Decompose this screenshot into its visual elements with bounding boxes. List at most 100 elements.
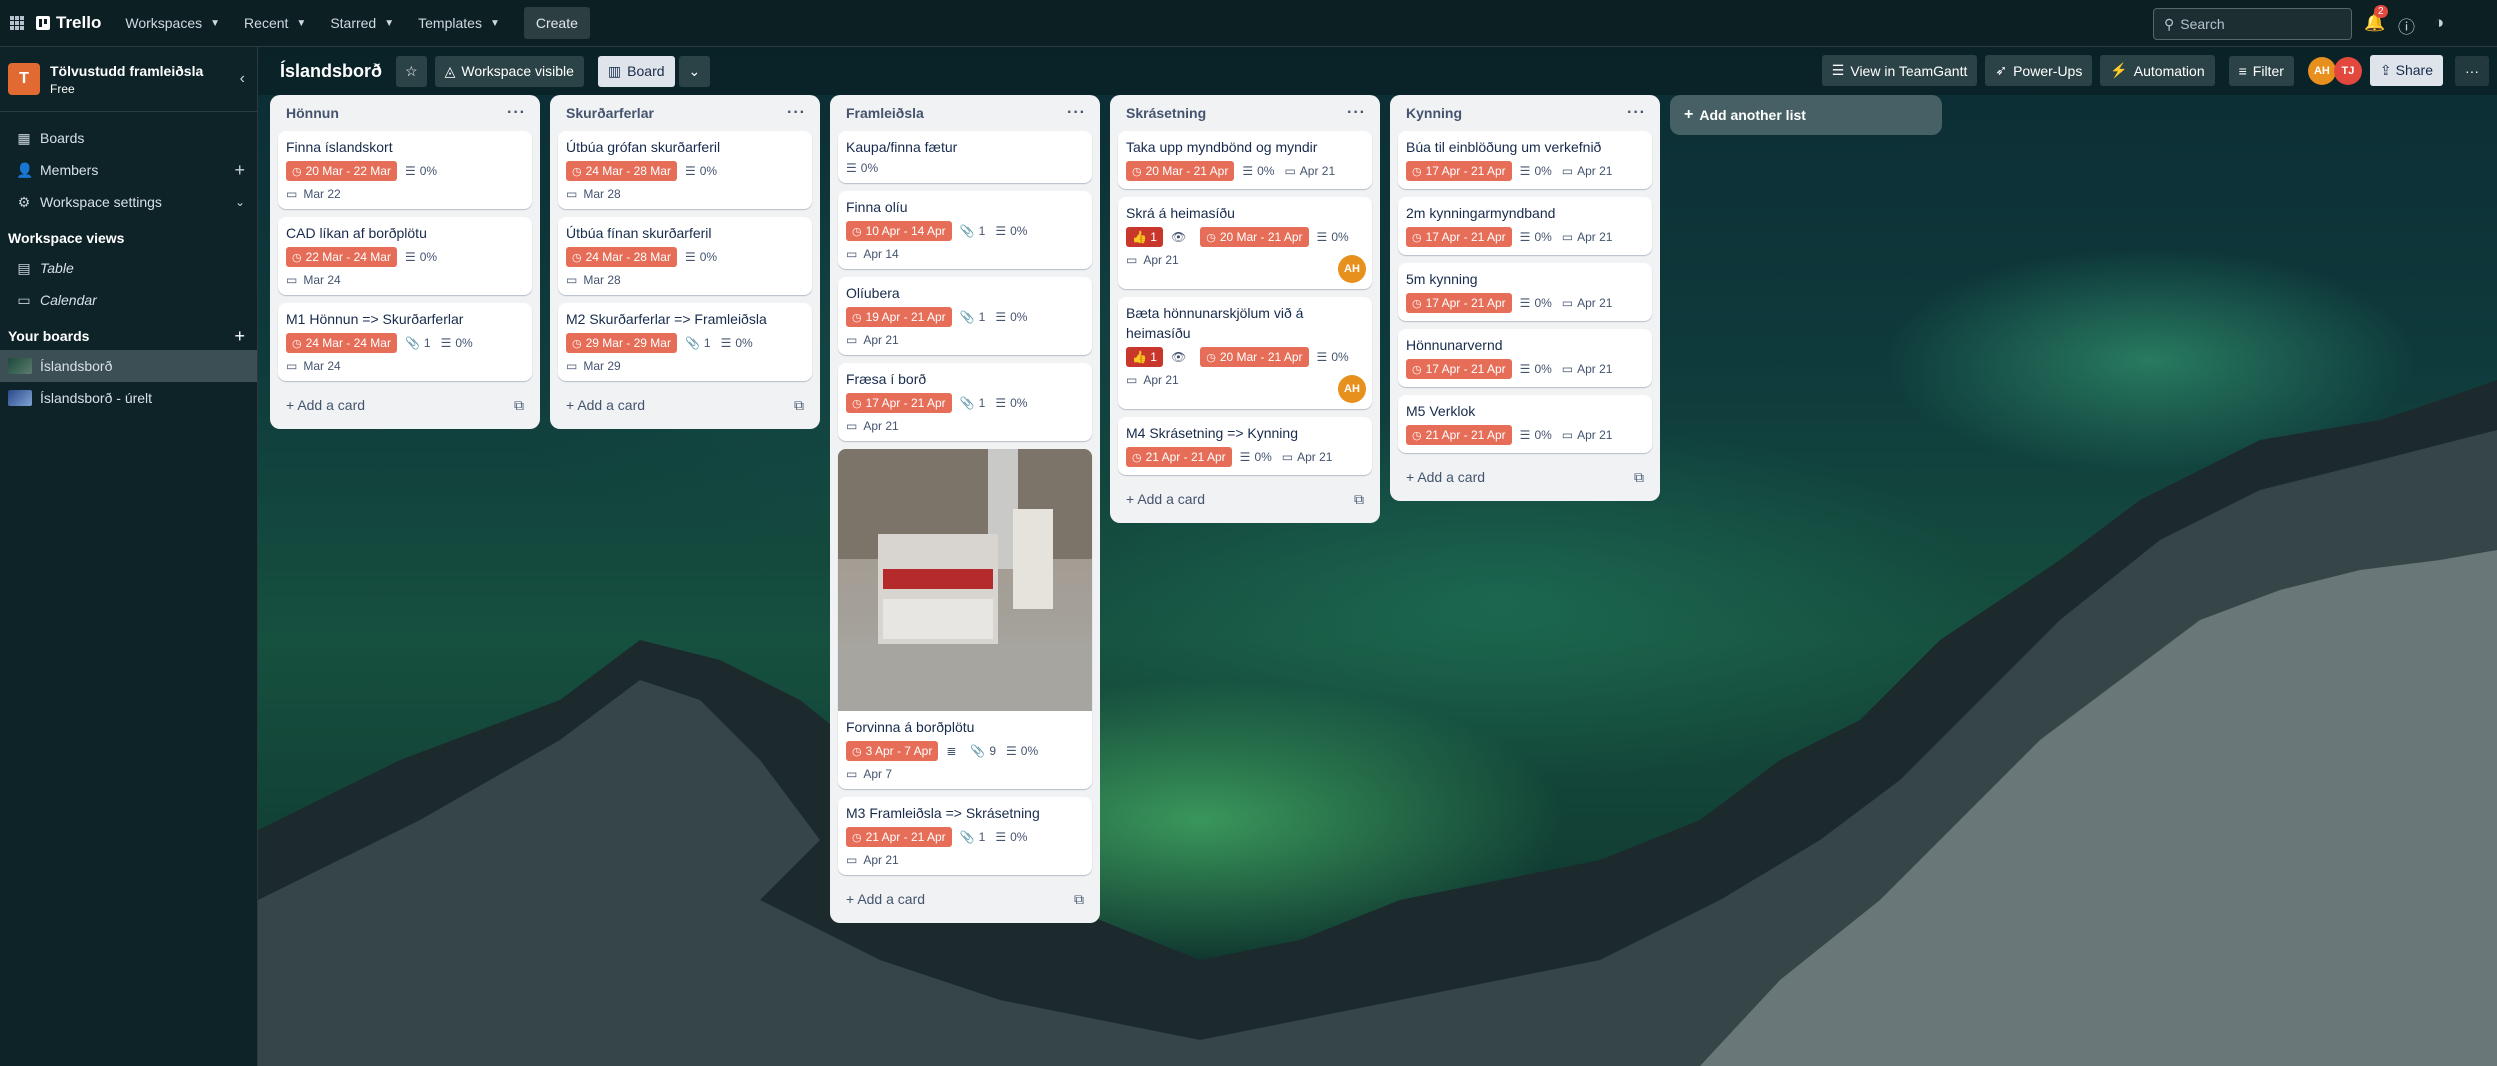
collapse-sidebar-icon[interactable]: ‹ — [240, 70, 245, 88]
sidebar-item-boards[interactable]: ▦ Boards — [0, 122, 257, 154]
add-card-button[interactable]: + Add a card ⧉ — [838, 883, 1092, 915]
theme-toggle-icon[interactable]: ◑ — [2434, 13, 2444, 33]
list-menu-icon[interactable]: ··· — [1627, 104, 1646, 122]
trello-logo[interactable]: Trello — [36, 13, 101, 33]
recent-menu[interactable]: Recent ▼ — [244, 15, 306, 31]
checklist-badge: ☰ 0% — [405, 164, 437, 178]
power-ups-button[interactable]: ➶ Power-Ups — [1985, 55, 2093, 86]
list-title[interactable]: Skurðarferlar — [566, 105, 654, 121]
filter-button[interactable]: ≡ Filter — [2228, 55, 2294, 86]
search-input[interactable]: ⚲ Search — [2153, 8, 2352, 40]
add-list-button[interactable]: + Add another list — [1670, 95, 1942, 135]
board-lists: Hönnun ··· Finna íslandskort ◷ 20 Mar - 22 M… — [270, 95, 1942, 923]
visibility-button[interactable]: ◬ Workspace visible — [434, 55, 584, 87]
add-member-icon[interactable]: + — [234, 160, 245, 181]
card[interactable]: M3 Framleiðsla => Skrásetning ◷ 21 Apr - 2… — [838, 797, 1092, 875]
create-from-template-icon[interactable]: ⧉ — [514, 397, 524, 414]
templates-menu[interactable]: Templates ▼ — [418, 15, 500, 31]
date-badge: ◷ 21 Apr - 21 Apr — [1406, 425, 1512, 445]
card[interactable]: Fræsa í borð ◷ 17 Apr - 21 Apr 📎 1 ☰ 0% ▭ Apr 21 — [838, 363, 1092, 441]
checklist-icon: ☰ — [1242, 164, 1254, 178]
add-card-label: Add a card — [577, 397, 646, 413]
card[interactable]: M1 Hönnun => Skurðarferlar ◷ 24 Mar - 24 M… — [278, 303, 532, 381]
due-date: ▭ Apr 21 — [1126, 373, 1364, 387]
list-menu-icon[interactable]: ··· — [507, 104, 526, 122]
add-card-button[interactable]: + Add a card ⧉ — [1118, 483, 1372, 515]
card[interactable]: Olíubera ◷ 19 Apr - 21 Apr 📎 1 ☰ 0% ▭ Apr 21 — [838, 277, 1092, 355]
date-badge: ◷ 17 Apr - 21 Apr — [846, 393, 952, 413]
clock-icon: ◷ — [1412, 297, 1422, 310]
chevron-down-icon: ▼ — [489, 17, 500, 29]
app-switcher-icon[interactable] — [10, 16, 24, 30]
sidebar-item-label: Workspace settings — [40, 194, 162, 210]
starred-menu[interactable]: Starred ▼ — [330, 15, 394, 31]
attachments-count: 9 — [989, 744, 997, 758]
due-date: ▭ Apr 14 — [846, 247, 1084, 261]
card[interactable]: Hönnunarvernd ◷ 17 Apr - 21 Apr ☰ 0% ▭ Apr 21 — [1398, 329, 1652, 387]
card[interactable]: Útbúa grófan skurðarferil ◷ 24 Mar - 28 Ma… — [558, 131, 812, 209]
card[interactable]: Finna íslandskort ◷ 20 Mar - 22 Mar ☰ 0% ▭ Mar… — [278, 131, 532, 209]
due-date-text: Apr 21 — [1577, 428, 1613, 442]
star-board-button[interactable]: ☆ — [396, 55, 427, 87]
card[interactable]: Taka upp myndbönd og myndir ◷ 20 Mar - 21 … — [1118, 131, 1372, 189]
card[interactable]: Finna olíu ◷ 10 Apr - 14 Apr 📎 1 ☰ 0% ▭ Apr 14 — [838, 191, 1092, 269]
teamgantt-button[interactable]: ☰ View in TeamGantt — [1821, 55, 1978, 86]
list-menu-icon[interactable]: ··· — [1347, 104, 1366, 122]
add-card-button[interactable]: + Add a card ⧉ — [1398, 461, 1652, 493]
card[interactable]: Útbúa fínan skurðarferil ◷ 24 Mar - 28 Mar… — [558, 217, 812, 295]
card[interactable]: Kaupa/finna fætur ☰ 0% — [838, 131, 1092, 183]
list-title[interactable]: Kynning — [1406, 105, 1462, 121]
list-menu-icon[interactable]: ··· — [787, 104, 806, 122]
card-member-avatar[interactable]: AH — [1338, 375, 1366, 403]
avatar[interactable]: AH — [2307, 56, 2336, 85]
board-view-button[interactable]: ▥ Board — [597, 55, 675, 87]
sidebar-item-calendar[interactable]: ▭ Calendar — [0, 284, 257, 316]
card[interactable]: CAD líkan af borðplötu ◷ 22 Mar - 24 Mar ☰ 0… — [278, 217, 532, 295]
sidebar-board-islandsbord-urelt[interactable]: Íslandsborð - úrelt — [0, 382, 257, 414]
card[interactable]: Bæta hönnunarskjölum við á heimasíðu 👍 1 👁… — [1118, 297, 1372, 409]
checklist-icon: ☰ — [684, 164, 696, 178]
calendar-icon: ▭ — [1561, 362, 1574, 376]
share-button[interactable]: ⇪ Share — [2369, 55, 2443, 86]
create-button[interactable]: Create — [523, 7, 590, 39]
due-date: ▭ Apr 21 — [846, 853, 1084, 867]
sidebar-item-members[interactable]: 👤 Members + — [0, 154, 257, 186]
list-menu-icon[interactable]: ··· — [1067, 104, 1086, 122]
avatar[interactable]: TJ — [2333, 56, 2362, 85]
board-title[interactable]: Íslandsborð — [280, 61, 382, 82]
automation-button[interactable]: ⚡ Automation — [2100, 55, 2215, 86]
card[interactable]: Skrá á heimasíðu 👍 1 👁 ◷ 20 Mar - 21 Apr ☰ 0% ▭… — [1118, 197, 1372, 289]
sidebar-board-islandsbord[interactable]: Íslandsborð — [0, 350, 257, 382]
workspace-plan: Free — [50, 81, 75, 96]
create-from-template-icon[interactable]: ⧉ — [1634, 469, 1644, 486]
views-dropdown-button[interactable]: ⌄ — [678, 55, 711, 87]
add-board-icon[interactable]: + — [234, 326, 245, 347]
create-from-template-icon[interactable]: ⧉ — [1354, 491, 1364, 508]
card[interactable]: M5 Verklok ◷ 21 Apr - 21 Apr ☰ 0% ▭ Apr 21 — [1398, 395, 1652, 453]
card[interactable]: M4 Skrásetning => Kynning ◷ 21 Apr - 21 Ap… — [1118, 417, 1372, 475]
checklist-icon: ☰ — [684, 250, 696, 264]
checklist-progress: 0% — [1534, 428, 1552, 442]
workspaces-menu[interactable]: Workspaces ▼ — [125, 15, 220, 31]
create-from-template-icon[interactable]: ⧉ — [1074, 891, 1084, 908]
card[interactable]: Búa til einblöðung um verkefnið ◷ 17 Apr -… — [1398, 131, 1652, 189]
add-card-button[interactable]: + Add a card ⧉ — [278, 389, 532, 421]
card-member-avatar[interactable]: AH — [1338, 255, 1366, 283]
add-card-button[interactable]: + Add a card ⧉ — [558, 389, 812, 421]
board-header: Íslandsborð ☆ ◬ Workspace visible ▥ Board … — [258, 47, 2497, 95]
list-title[interactable]: Skrásetning — [1126, 105, 1206, 121]
sidebar-item-workspace-settings[interactable]: ⚙ Workspace settings ⌄ — [0, 186, 257, 218]
board-menu-button[interactable]: ··· — [2455, 55, 2489, 86]
sidebar-item-table[interactable]: ▤ Table — [0, 252, 257, 284]
checklist-badge: ☰ 0% — [995, 396, 1027, 410]
list-title[interactable]: Hönnun — [286, 105, 339, 121]
card[interactable]: 5m kynning ◷ 17 Apr - 21 Apr ☰ 0% ▭ Apr 21 — [1398, 263, 1652, 321]
card[interactable]: M2 Skurðarferlar => Framleiðsla ◷ 29 Mar -… — [558, 303, 812, 381]
card-badges: ◷ 19 Apr - 21 Apr 📎 1 ☰ 0% ▭ Apr 21 — [846, 307, 1084, 347]
create-from-template-icon[interactable]: ⧉ — [794, 397, 804, 414]
help-icon[interactable]: ⓘ — [2398, 13, 2415, 38]
card[interactable]: Forvinna á borðplötu ◷ 3 Apr - 7 Apr ≣ 📎 9 ☰ 0%… — [838, 449, 1092, 789]
card[interactable]: 2m kynningarmyndband ◷ 17 Apr - 21 Apr ☰ 0% ▭… — [1398, 197, 1652, 255]
checklist-icon: ☰ — [440, 336, 452, 350]
list-title[interactable]: Framleiðsla — [846, 105, 924, 121]
